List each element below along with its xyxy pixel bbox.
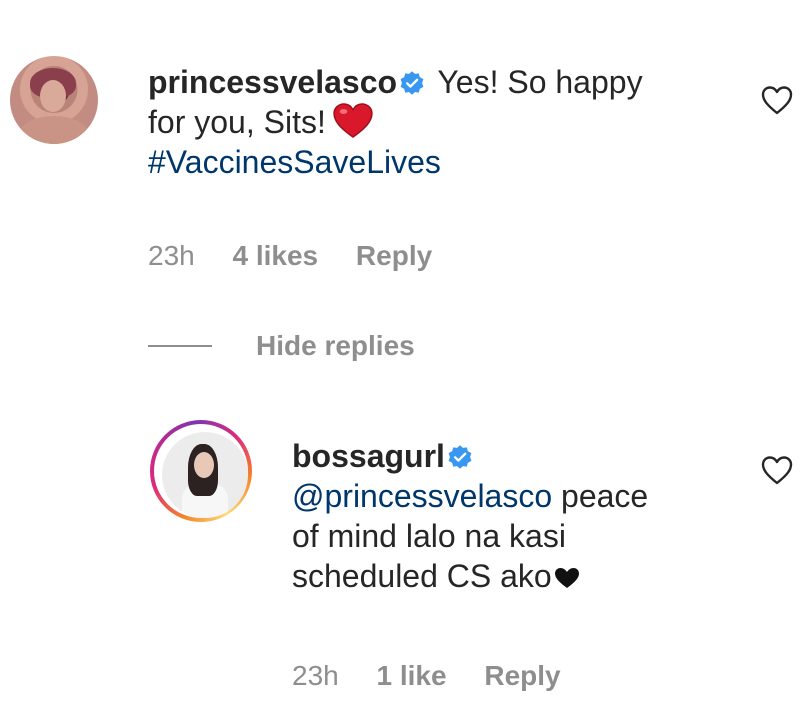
verified-badge-icon xyxy=(448,445,472,469)
hide-replies-label: Hide replies xyxy=(256,330,415,361)
comment-text-line2: for you, Sits! xyxy=(148,104,326,140)
avatar[interactable] xyxy=(10,56,98,144)
comment-username[interactable]: princessvelasco xyxy=(148,64,397,100)
black-heart-emoji-icon xyxy=(554,568,579,588)
reply-time[interactable]: 23h xyxy=(292,660,339,691)
reply-text-line3: scheduled CS ako xyxy=(292,558,552,594)
verified-badge-icon xyxy=(400,71,424,95)
hide-replies-button[interactable]: Hide replies xyxy=(148,330,415,362)
heart-outline-icon[interactable] xyxy=(760,454,794,486)
reply-body: bossagurl @princessvelasco peace of mind… xyxy=(292,436,732,596)
reply-meta: 23h 1 like Reply xyxy=(292,660,591,692)
reply-button[interactable]: Reply xyxy=(356,240,432,271)
reply-text-line2: of mind lalo na kasi xyxy=(292,518,566,554)
reply-likes[interactable]: 1 like xyxy=(377,660,447,691)
avatar[interactable] xyxy=(162,432,248,518)
divider-line xyxy=(148,345,212,347)
comment-body: princessvelasco Yes! So happy for you, S… xyxy=(148,62,728,182)
comment-likes[interactable]: 4 likes xyxy=(233,240,319,271)
comment-time[interactable]: 23h xyxy=(148,240,195,271)
reply-text-line1: peace xyxy=(561,478,649,514)
comment-hashtag[interactable]: #VaccinesSaveLives xyxy=(148,144,441,180)
reply-mention[interactable]: @princessvelasco xyxy=(292,478,552,514)
reply-button[interactable]: Reply xyxy=(484,660,560,691)
reply-username[interactable]: bossagurl xyxy=(292,438,445,474)
comment-meta: 23h 4 likes Reply xyxy=(148,240,462,272)
story-ring[interactable] xyxy=(150,420,252,522)
red-heart-emoji-icon xyxy=(333,103,373,138)
heart-outline-icon[interactable] xyxy=(760,84,794,116)
comment-text-line1: Yes! So happy xyxy=(437,64,643,100)
